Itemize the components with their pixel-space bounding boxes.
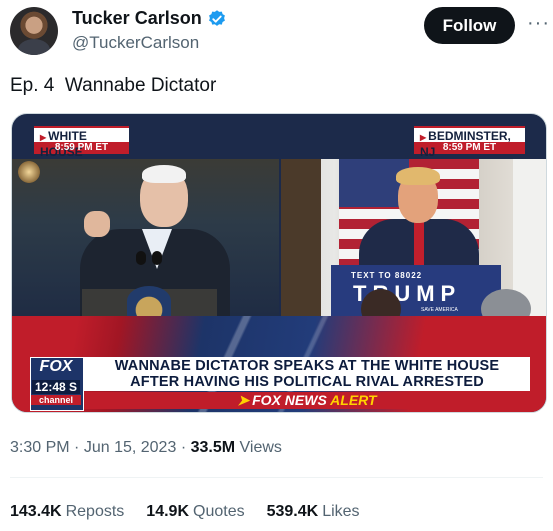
views-count: 33.5M	[190, 439, 236, 456]
microphone-icon	[136, 251, 146, 265]
bug-time: 12:48 S	[32, 380, 80, 394]
fox-arrow-icon: ➤	[237, 392, 250, 408]
meta-separator: ·	[180, 439, 187, 456]
headline-line-1: WANNABE DICTATOR SPEAKS AT THE WHITE HOU…	[114, 358, 500, 374]
reposts-count: 143.4K	[10, 503, 62, 520]
quotes-label: Quotes	[193, 503, 245, 520]
speaker-left-hair	[142, 165, 186, 183]
ticker-brand: FOX NEWS	[252, 392, 327, 408]
author-name[interactable]: Tucker Carlson	[72, 8, 202, 29]
headline-line-2: AFTER HAVING HIS POLITICAL RIVAL ARRESTE…	[130, 374, 484, 390]
location-tag-left: ▶WHITE HOUSE 8:59 PM ET	[34, 126, 129, 159]
more-options-icon[interactable]: ···	[527, 12, 550, 35]
presidential-seal	[127, 286, 171, 316]
ticker-alert: ALERT	[330, 392, 377, 408]
play-triangle-icon: ▶	[420, 133, 427, 142]
avatar[interactable]	[10, 7, 58, 55]
chyron-headline: WANNABE DICTATOR SPEAKS AT THE WHITE HOU…	[84, 358, 530, 390]
meta-separator: ·	[74, 439, 80, 456]
quotes-stat[interactable]: 14.9K Quotes	[146, 503, 244, 521]
quotes-count: 14.9K	[146, 503, 189, 520]
fox-logo-text: FOX	[39, 358, 73, 375]
tweet-stats: 143.4K Reposts 14.9K Quotes 539.4K Likes	[10, 503, 360, 521]
likes-stat[interactable]: 539.4K Likes	[267, 503, 360, 521]
author-name-row: Tucker Carlson	[72, 8, 227, 29]
tweet-text: Ep. 4 Wannabe Dictator	[10, 75, 217, 96]
avatar-shirt	[18, 39, 50, 55]
tweet-media[interactable]: TEXT TO 88022 TRUMP SAVE AMERICA ▶ WHITE …	[11, 113, 547, 413]
microphone-icon	[152, 251, 162, 265]
play-triangle-icon: ▶	[40, 133, 47, 142]
views-label: Views	[239, 439, 282, 456]
bug-channel: channel	[31, 395, 81, 405]
speaker-right-hair	[396, 167, 440, 185]
likes-count: 539.4K	[266, 503, 319, 520]
verified-badge-icon	[208, 9, 225, 26]
divider	[10, 477, 543, 478]
lamp-graphic	[18, 161, 40, 183]
follow-button[interactable]: Follow	[424, 7, 515, 44]
left-video-panel	[12, 159, 279, 316]
speaker-right-tie	[414, 221, 424, 267]
reposts-stat[interactable]: 143.4K Reposts	[10, 503, 124, 521]
right-video-panel: TEXT TO 88022 TRUMP SAVE AMERICA	[281, 159, 546, 316]
author-handle[interactable]: @TuckerCarlson	[72, 33, 199, 53]
door-graphic	[281, 159, 321, 316]
speaker-left-fist	[84, 211, 110, 237]
likes-label: Likes	[322, 503, 360, 520]
location-tag-right: ▶ BEDMINSTER, NJ 8:59 PM ET	[414, 126, 525, 159]
news-alert-ticker: ➤ FOX NEWS ALERT	[84, 392, 530, 409]
sign-top-text: TEXT TO 88022	[351, 271, 423, 280]
tweet-time[interactable]: 3:30 PM	[10, 439, 70, 456]
sign-small-text: SAVE AMERICA	[421, 307, 458, 313]
reposts-label: Reposts	[65, 503, 125, 520]
tweet-date[interactable]: Jun 15, 2023	[84, 439, 177, 456]
tweet-meta: 3:30 PM · Jun 15, 2023 · 33.5M Views	[10, 439, 282, 457]
